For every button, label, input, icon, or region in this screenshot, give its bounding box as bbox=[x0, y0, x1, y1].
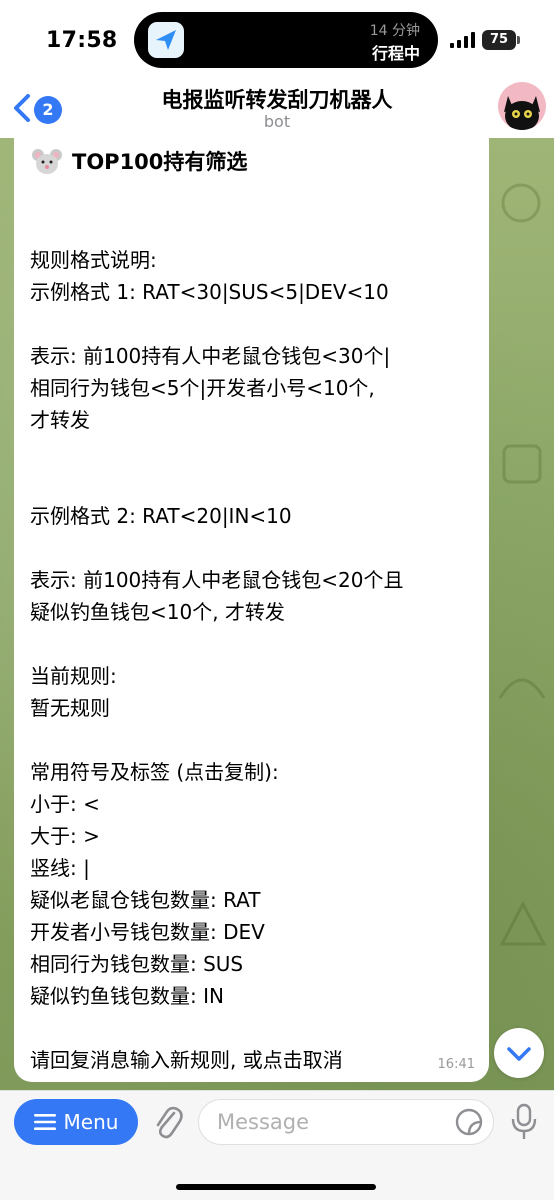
message-line: 表示: 前100持有人中老鼠仓钱包<30个| bbox=[30, 344, 391, 368]
message-line: 当前规则: bbox=[30, 664, 117, 688]
island-status: 行程中 bbox=[371, 44, 420, 63]
doodle-icon bbox=[502, 444, 542, 484]
message-line: 请回复消息输入新规则, 或点击取消 bbox=[30, 1048, 343, 1072]
message-timestamp: 16:41 bbox=[437, 1057, 475, 1072]
battery-tip bbox=[517, 36, 520, 44]
status-time: 17:58 bbox=[46, 28, 118, 53]
message-line: 示例格式 1: RAT<30|SUS<5|DEV<10 bbox=[30, 280, 389, 304]
scroll-to-bottom-button[interactable] bbox=[494, 1028, 544, 1078]
message-heading-text: TOP100持有筛选 bbox=[72, 150, 248, 174]
message-line[interactable]: 开发者小号钱包数量: DEV bbox=[30, 916, 265, 945]
status-bar: 17:58 14 分钟 行程中 75 bbox=[0, 0, 554, 80]
battery-icon: 75 bbox=[482, 30, 516, 50]
message-bubble[interactable]: TOP100持有筛选 规则格式说明: 示例格式 1: RAT<30|SUS<5|… bbox=[14, 138, 489, 1082]
message-line: 示例格式 2: RAT<20|IN<10 bbox=[30, 504, 292, 528]
message-line[interactable]: 疑似钓鱼钱包数量: IN bbox=[30, 980, 224, 1009]
message-line[interactable]: 小于: < bbox=[30, 788, 100, 817]
message-line: 规则格式说明: bbox=[30, 248, 157, 272]
chat-header: 2 电报监听转发刮刀机器人 bot bbox=[0, 80, 554, 138]
mouse-icon bbox=[32, 149, 62, 174]
cellular-signal-icon bbox=[450, 32, 475, 48]
menu-button-label: Menu bbox=[63, 1110, 119, 1134]
message-heading: TOP100持有筛选 bbox=[30, 146, 247, 176]
message-line: 相同行为钱包<5个|开发者小号<10个, bbox=[30, 376, 375, 400]
message-line[interactable]: 竖线: | bbox=[30, 852, 90, 881]
message-input[interactable]: Message bbox=[198, 1099, 494, 1145]
message-line: 疑似钓鱼钱包<10个, 才转发 bbox=[30, 600, 285, 624]
menu-button[interactable]: Menu bbox=[14, 1099, 138, 1145]
doodle-icon bbox=[501, 183, 541, 223]
chat-subtitle: bot bbox=[263, 112, 291, 131]
message-line: 常用符号及标签 (点击复制): bbox=[30, 760, 279, 784]
chat-title[interactable]: 电报监听转发刮刀机器人 bbox=[0, 84, 554, 114]
attachment-clip-icon[interactable] bbox=[152, 1103, 184, 1141]
doodle-icon bbox=[498, 678, 546, 699]
navigation-app-icon bbox=[148, 22, 184, 58]
dynamic-island[interactable]: 14 分钟 行程中 bbox=[134, 12, 438, 68]
bot-avatar[interactable] bbox=[498, 82, 546, 130]
message-line: 表示: 前100持有人中老鼠仓钱包<20个且 bbox=[30, 568, 404, 592]
message-line[interactable]: 相同行为钱包数量: SUS bbox=[30, 948, 243, 977]
black-cat-avatar-icon bbox=[504, 96, 540, 130]
message-line: 才转发 bbox=[30, 408, 90, 432]
sticker-icon[interactable] bbox=[454, 1107, 484, 1137]
home-indicator bbox=[176, 1184, 376, 1190]
doodle-icon bbox=[499, 900, 547, 946]
hamburger-icon bbox=[33, 1114, 56, 1130]
microphone-icon[interactable] bbox=[510, 1103, 538, 1141]
chevron-down-icon bbox=[507, 1047, 531, 1061]
island-minutes: 14 分钟 bbox=[369, 23, 420, 39]
message-line[interactable]: 大于: > bbox=[30, 820, 100, 849]
message-line: 暂无规则 bbox=[30, 696, 110, 720]
message-line[interactable]: 疑似老鼠仓钱包数量: RAT bbox=[30, 884, 261, 913]
